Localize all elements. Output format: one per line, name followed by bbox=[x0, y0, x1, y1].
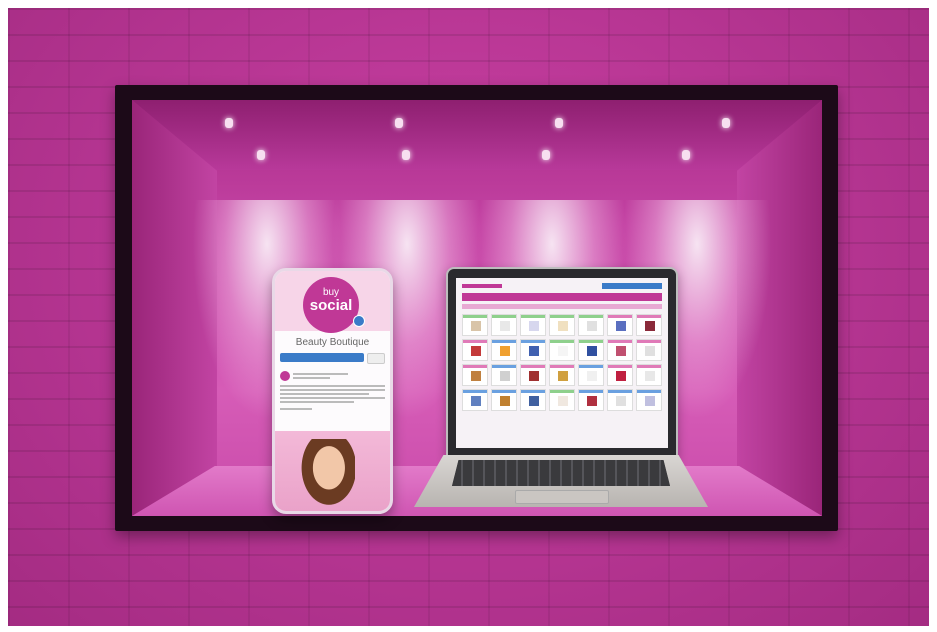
product-tile[interactable] bbox=[491, 364, 517, 386]
woman-portrait bbox=[297, 439, 355, 511]
laptop-screen bbox=[456, 278, 668, 448]
post-meta bbox=[293, 371, 385, 381]
product-tile[interactable] bbox=[549, 314, 575, 336]
product-tile[interactable] bbox=[491, 314, 517, 336]
product-tile[interactable] bbox=[520, 314, 546, 336]
product-tile[interactable] bbox=[607, 339, 633, 361]
product-tile[interactable] bbox=[578, 364, 604, 386]
laptop-lid bbox=[446, 267, 678, 459]
facebook-button[interactable] bbox=[602, 283, 662, 289]
facebook-badge-icon bbox=[353, 315, 365, 327]
product-tile[interactable] bbox=[636, 364, 662, 386]
product-tile[interactable] bbox=[520, 364, 546, 386]
laptop-trackpad bbox=[515, 490, 609, 504]
product-tile[interactable] bbox=[636, 339, 662, 361]
spotlight bbox=[395, 118, 403, 128]
product-tile[interactable] bbox=[549, 389, 575, 411]
more-button[interactable] bbox=[367, 353, 385, 364]
product-tile[interactable] bbox=[636, 389, 662, 411]
post-photo bbox=[275, 431, 390, 511]
product-tile[interactable] bbox=[491, 389, 517, 411]
product-tile[interactable] bbox=[462, 339, 488, 361]
product-tile[interactable] bbox=[607, 364, 633, 386]
spotlight bbox=[402, 150, 410, 160]
product-tile[interactable] bbox=[578, 389, 604, 411]
laptop-keyboard bbox=[452, 460, 670, 486]
spotlight bbox=[555, 118, 563, 128]
product-tile[interactable] bbox=[520, 389, 546, 411]
spotlight bbox=[682, 150, 690, 160]
page-title: Beauty Boutique bbox=[295, 337, 370, 348]
avatar bbox=[280, 371, 290, 381]
smartphone: buy social Beauty Boutique bbox=[272, 268, 393, 514]
buy-social-logo: buy social bbox=[303, 277, 359, 333]
product-tile[interactable] bbox=[578, 314, 604, 336]
niche-ceiling bbox=[132, 100, 822, 170]
product-tile[interactable] bbox=[549, 339, 575, 361]
product-tile[interactable] bbox=[607, 389, 633, 411]
product-tile[interactable] bbox=[462, 314, 488, 336]
shop-subbanner bbox=[462, 304, 662, 309]
spotlight bbox=[225, 118, 233, 128]
product-tile[interactable] bbox=[491, 339, 517, 361]
shop-header bbox=[462, 282, 662, 290]
product-tile[interactable] bbox=[462, 364, 488, 386]
shop-logo bbox=[462, 284, 502, 288]
phone-cover: buy social bbox=[275, 271, 390, 333]
product-tile[interactable] bbox=[607, 314, 633, 336]
post-header bbox=[280, 371, 385, 381]
product-tile[interactable] bbox=[578, 339, 604, 361]
product-grid bbox=[462, 314, 662, 411]
spotlight bbox=[722, 118, 730, 128]
logo-text-social: social bbox=[309, 297, 353, 314]
product-tile[interactable] bbox=[636, 314, 662, 336]
product-tile[interactable] bbox=[462, 389, 488, 411]
product-tile[interactable] bbox=[520, 339, 546, 361]
spotlight bbox=[257, 150, 265, 160]
post-text bbox=[280, 385, 385, 410]
phone-action-row bbox=[280, 353, 385, 364]
shop-banner bbox=[462, 293, 662, 301]
spotlight bbox=[542, 150, 550, 160]
logo-text-buy: buy bbox=[322, 287, 340, 298]
product-tile[interactable] bbox=[549, 364, 575, 386]
shop-button[interactable] bbox=[280, 353, 364, 362]
